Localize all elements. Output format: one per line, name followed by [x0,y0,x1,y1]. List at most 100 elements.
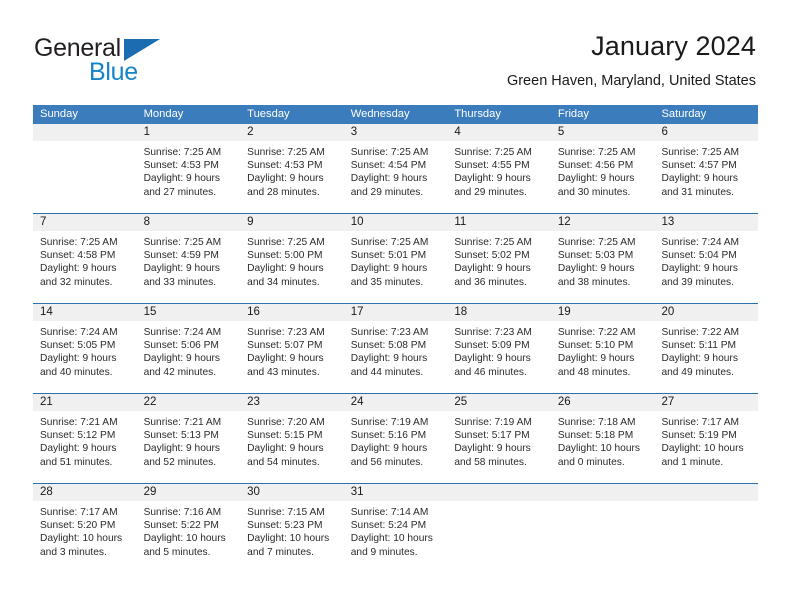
sunrise-text: Sunrise: 7:21 AM [40,417,118,428]
day-number[interactable]: 21 [33,394,137,411]
daylight-text: Daylight: 9 hours [143,353,221,365]
sunrise-text: Sunrise: 7:25 AM [454,147,532,158]
sunset-text: Sunset: 5:09 PM [454,340,530,352]
day-number[interactable]: 14 [33,304,137,321]
sunrise-text: Sunrise: 7:25 AM [454,237,532,248]
day-number[interactable]: 25 [447,394,551,411]
day-cell[interactable]: Sunrise: 7:18 AM Sunset: 5:18 PM Daylight:… [551,411,655,483]
day-cell[interactable]: Sunrise: 7:21 AM Sunset: 5:13 PM Daylight:… [137,411,241,483]
day-number[interactable]: 13 [654,214,758,231]
day-cell[interactable]: Sunrise: 7:23 AM Sunset: 5:09 PM Daylight:… [447,321,551,393]
sunrise-text: Sunrise: 7:19 AM [350,417,429,428]
day-number[interactable]: 27 [654,394,758,411]
day-number[interactable]: 5 [551,124,655,141]
day-cell[interactable]: Sunrise: 7:22 AM Sunset: 5:11 PM Daylight:… [654,321,758,393]
day-cell[interactable]: Sunrise: 7:17 AM Sunset: 5:20 PM Daylight:… [33,501,137,573]
day-cell[interactable]: Sunrise: 7:19 AM Sunset: 5:17 PM Daylight:… [447,411,551,483]
day-cell[interactable]: Sunrise: 7:23 AM Sunset: 5:08 PM Daylight:… [344,321,448,393]
day-cell[interactable]: Sunrise: 7:25 AM Sunset: 4:56 PM Daylight:… [551,141,655,213]
daylight-text-cont: and 35 minutes. [350,276,424,288]
generalblue-logo[interactable]: General Blue [34,34,234,86]
day-cell[interactable]: Sunrise: 7:22 AM Sunset: 5:10 PM Daylight:… [551,321,655,393]
day-cell[interactable]: Sunrise: 7:23 AM Sunset: 5:07 PM Daylight:… [240,321,344,393]
day-cell[interactable]: Sunrise: 7:25 AM Sunset: 4:54 PM Daylight:… [344,141,448,213]
day-number[interactable]: 4 [447,124,551,141]
daylight-text: Daylight: 9 hours [661,173,738,185]
daylight-text-cont: and 40 minutes. [40,366,113,378]
day-number[interactable]: 16 [240,304,344,321]
day-number-empty [654,484,758,501]
day-number[interactable]: 2 [240,124,344,141]
day-cell[interactable]: Sunrise: 7:25 AM Sunset: 4:57 PM Daylight:… [654,141,758,213]
day-number[interactable]: 23 [240,394,344,411]
day-number[interactable]: 18 [447,304,551,321]
day-cell[interactable]: Sunrise: 7:24 AM Sunset: 5:06 PM Daylight:… [137,321,241,393]
daylight-text-cont: and 43 minutes. [247,366,320,378]
day-cell[interactable]: Sunrise: 7:25 AM Sunset: 4:58 PM Daylight:… [33,231,137,303]
day-cell[interactable]: Sunrise: 7:24 AM Sunset: 5:05 PM Daylight:… [33,321,137,393]
day-number[interactable]: 9 [240,214,344,231]
day-cell[interactable]: Sunrise: 7:21 AM Sunset: 5:12 PM Daylight:… [33,411,137,483]
day-cell[interactable]: Sunrise: 7:19 AM Sunset: 5:16 PM Daylight:… [344,411,448,483]
daylight-text-cont: and 3 minutes. [40,546,107,558]
day-number[interactable]: 3 [344,124,448,141]
day-number[interactable]: 11 [447,214,551,231]
sunset-text: Sunset: 5:05 PM [40,340,116,352]
daylight-text: Daylight: 9 hours [454,443,531,455]
day-cell[interactable]: Sunrise: 7:25 AM Sunset: 5:03 PM Daylight:… [551,231,655,303]
day-number[interactable]: 29 [137,484,241,501]
day-cell[interactable]: Sunrise: 7:25 AM Sunset: 5:01 PM Daylight:… [344,231,448,303]
sunset-text: Sunset: 5:19 PM [661,430,737,442]
week-daynumber-band: 123456 [33,124,758,141]
day-number[interactable]: 1 [137,124,241,141]
sunrise-text: Sunrise: 7:25 AM [661,147,740,158]
day-number[interactable]: 31 [344,484,448,501]
sunrise-text: Sunrise: 7:25 AM [143,147,222,158]
day-cell[interactable]: Sunrise: 7:25 AM Sunset: 4:53 PM Daylight:… [137,141,241,213]
day-number[interactable]: 6 [654,124,758,141]
weekday-header-friday: Friday [557,108,589,120]
sunrise-text: Sunrise: 7:16 AM [143,507,222,518]
day-number[interactable]: 15 [137,304,241,321]
day-cell[interactable]: Sunrise: 7:25 AM Sunset: 4:59 PM Daylight:… [137,231,241,303]
daylight-text-cont: and 0 minutes. [557,456,625,468]
day-number[interactable]: 12 [551,214,655,231]
sunrise-text: Sunrise: 7:17 AM [661,417,740,428]
day-cell[interactable]: Sunrise: 7:20 AM Sunset: 5:15 PM Daylight:… [240,411,344,483]
sunrise-text: Sunrise: 7:22 AM [557,327,636,338]
daylight-text: Daylight: 9 hours [143,263,221,275]
daylight-text: Daylight: 9 hours [143,443,221,455]
day-cell[interactable]: Sunrise: 7:25 AM Sunset: 4:53 PM Daylight:… [240,141,344,213]
sunrise-text: Sunrise: 7:17 AM [40,507,118,518]
day-number[interactable]: 30 [240,484,344,501]
day-number[interactable]: 26 [551,394,655,411]
day-cell[interactable]: Sunrise: 7:15 AM Sunset: 5:23 PM Daylight:… [240,501,344,573]
day-number[interactable]: 8 [137,214,241,231]
day-cell[interactable]: Sunrise: 7:14 AM Sunset: 5:24 PM Daylight:… [344,501,448,573]
daylight-text-cont: and 39 minutes. [661,276,734,288]
sunset-text: Sunset: 5:00 PM [247,250,323,262]
day-number[interactable]: 10 [344,214,448,231]
day-cell[interactable]: Sunrise: 7:25 AM Sunset: 4:55 PM Daylight:… [447,141,551,213]
sunset-text: Sunset: 5:24 PM [350,520,427,532]
day-cell[interactable]: Sunrise: 7:24 AM Sunset: 5:04 PM Daylight:… [654,231,758,303]
day-number[interactable]: 22 [137,394,241,411]
day-cell[interactable]: Sunrise: 7:16 AM Sunset: 5:22 PM Daylight:… [137,501,241,573]
day-cell[interactable]: Sunrise: 7:25 AM Sunset: 5:02 PM Daylight:… [447,231,551,303]
day-number[interactable]: 7 [33,214,137,231]
day-number[interactable]: 24 [344,394,448,411]
week-detail-band: Sunrise: 7:25 AM Sunset: 4:58 PM Daylight:… [33,231,758,303]
sunset-text: Sunset: 5:22 PM [143,520,219,532]
daylight-text: Daylight: 10 hours [143,533,226,545]
day-cell[interactable]: Sunrise: 7:25 AM Sunset: 5:00 PM Daylight:… [240,231,344,303]
sunset-text: Sunset: 5:04 PM [661,250,737,262]
week-detail-band: Sunrise: 7:24 AM Sunset: 5:05 PM Daylight:… [33,321,758,393]
day-cell[interactable]: Sunrise: 7:17 AM Sunset: 5:19 PM Daylight:… [654,411,758,483]
sunset-text: Sunset: 4:59 PM [143,250,219,262]
day-number[interactable]: 19 [551,304,655,321]
sunset-text: Sunset: 5:07 PM [247,340,323,352]
day-number[interactable]: 20 [654,304,758,321]
day-number[interactable]: 17 [344,304,448,321]
daylight-text: Daylight: 9 hours [454,353,531,365]
day-number[interactable]: 28 [33,484,137,501]
